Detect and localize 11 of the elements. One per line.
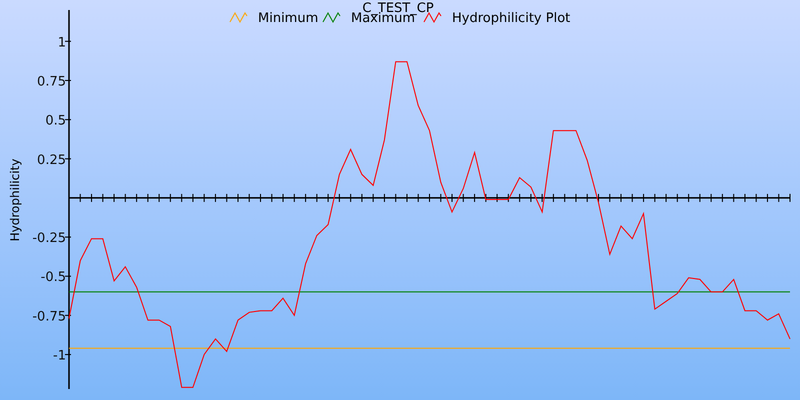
tick-label: -0.5 — [40, 270, 66, 286]
tick-label: 0.75 — [37, 74, 66, 90]
legend-label: Minimum — [258, 11, 318, 26]
tick-label: 0.25 — [37, 152, 66, 168]
axis-title: Hydrophilicity — [8, 158, 22, 242]
tick-label: 1 — [58, 35, 66, 50]
tick-label: 0.5 — [45, 114, 66, 129]
tick-label: -0.25 — [32, 231, 66, 246]
tick-label: -0.75 — [32, 309, 66, 324]
legend-label: Hydrophilicity Plot — [452, 11, 570, 26]
tick-label: -1 — [53, 348, 66, 364]
